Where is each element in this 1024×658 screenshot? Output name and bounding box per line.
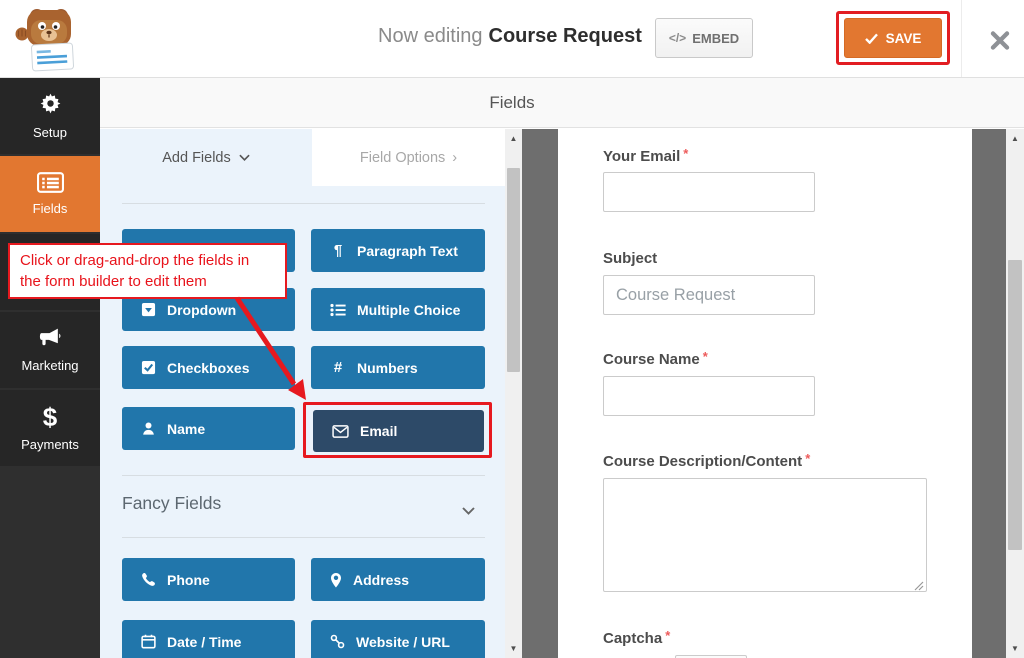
link-icon bbox=[330, 634, 345, 649]
sidebar-item-label: Payments bbox=[21, 437, 79, 452]
field-label-course-name: Course Name* bbox=[603, 349, 708, 368]
sidebar-item-label: Fields bbox=[33, 201, 68, 216]
field-label-subject: Subject bbox=[603, 248, 660, 267]
chevron-down-icon[interactable] bbox=[462, 502, 475, 520]
required-asterisk: * bbox=[703, 349, 708, 364]
field-button-numbers[interactable]: # Numbers bbox=[311, 346, 485, 389]
sidebar-item-payments[interactable]: $ Payments bbox=[0, 390, 100, 466]
tab-field-options[interactable]: Field Options › bbox=[312, 129, 505, 186]
tooltip-line-2: the form builder to edit them bbox=[20, 271, 275, 292]
checkbox-icon bbox=[141, 360, 156, 375]
field-button-name[interactable]: Name bbox=[122, 407, 295, 450]
paragraph-icon: ¶ bbox=[330, 242, 346, 259]
panel-header-title: Fields bbox=[489, 93, 534, 113]
tab-add-fields-label: Add Fields bbox=[162, 150, 231, 166]
fancy-fields-section-toggle[interactable]: Fancy Fields bbox=[122, 493, 221, 514]
envelope-icon bbox=[332, 425, 349, 438]
field-button-multiple-choice[interactable]: Multiple Choice bbox=[311, 288, 485, 331]
field-button-paragraph-text[interactable]: ¶ Paragraph Text bbox=[311, 229, 485, 272]
preview-scroll-down-arrow[interactable]: ▼ bbox=[1006, 641, 1024, 657]
save-label: SAVE bbox=[886, 31, 922, 46]
resize-handle-icon[interactable] bbox=[914, 578, 924, 596]
preview-scroll-up-arrow[interactable]: ▲ bbox=[1006, 131, 1024, 147]
sidebar-item-fields[interactable]: Fields bbox=[0, 156, 100, 232]
gear-icon bbox=[38, 92, 63, 117]
bear-mascot-icon bbox=[14, 5, 84, 73]
megaphone-icon bbox=[37, 327, 63, 350]
required-asterisk: * bbox=[683, 146, 688, 161]
panel-scrollbar-thumb[interactable] bbox=[507, 168, 520, 372]
field-button-address[interactable]: Address bbox=[311, 558, 485, 601]
close-button[interactable] bbox=[984, 26, 1016, 54]
field-label-your-email: Your Email* bbox=[603, 146, 688, 165]
field-button-date-time[interactable]: Date / Time bbox=[122, 620, 295, 658]
panel-divider bbox=[122, 537, 485, 538]
field-button-checkboxes[interactable]: Checkboxes bbox=[122, 346, 295, 389]
required-asterisk: * bbox=[805, 451, 810, 466]
check-icon bbox=[865, 33, 878, 44]
tab-add-fields[interactable]: Add Fields bbox=[100, 129, 312, 186]
required-asterisk: * bbox=[665, 628, 670, 643]
panel-scroll-up-arrow[interactable]: ▲ bbox=[505, 131, 522, 147]
code-icon: </> bbox=[669, 31, 686, 45]
chevron-down-icon bbox=[239, 154, 250, 161]
subject-input[interactable]: Course Request bbox=[603, 275, 815, 315]
embed-button[interactable]: </> EMBED bbox=[655, 18, 753, 58]
panel-divider bbox=[122, 203, 485, 204]
sidebar-item-marketing[interactable]: Marketing bbox=[0, 312, 100, 388]
form-name: Course Request bbox=[489, 25, 642, 47]
close-icon bbox=[990, 30, 1010, 51]
person-icon bbox=[141, 421, 156, 436]
fields-icon bbox=[37, 172, 64, 193]
phone-icon bbox=[141, 572, 156, 587]
panel-scroll-down-arrow[interactable]: ▼ bbox=[505, 641, 522, 657]
topbar-divider bbox=[961, 0, 962, 77]
preview-scrollbar-thumb[interactable] bbox=[1008, 260, 1022, 550]
sidebar-item-label: Setup bbox=[33, 125, 67, 140]
calendar-icon bbox=[141, 634, 156, 649]
list-icon bbox=[330, 303, 346, 317]
field-button-email[interactable]: Email bbox=[313, 410, 484, 452]
tooltip-line-1: Click or drag-and-drop the fields in bbox=[20, 250, 275, 271]
sidebar-item-label: Marketing bbox=[21, 358, 78, 373]
field-button-website-url[interactable]: Website / URL bbox=[311, 620, 485, 658]
field-label-captcha: Captcha* bbox=[603, 628, 670, 647]
wpforms-builder: Now editing Course Request </> EMBED SAVE… bbox=[0, 0, 1024, 658]
hash-icon: # bbox=[330, 359, 346, 376]
panel-header: Fields bbox=[100, 78, 1024, 128]
your-email-input[interactable] bbox=[603, 172, 815, 212]
dropdown-icon bbox=[141, 302, 156, 317]
subject-input-value: Course Request bbox=[616, 286, 735, 305]
save-highlight-frame: SAVE bbox=[836, 11, 950, 65]
field-label-course-description: Course Description/Content* bbox=[603, 451, 810, 470]
sidebar-item-setup[interactable]: Setup bbox=[0, 78, 100, 154]
now-editing-title: Now editing Course Request bbox=[378, 25, 642, 48]
chevron-right-icon: › bbox=[452, 150, 457, 166]
embed-label: EMBED bbox=[692, 31, 739, 46]
save-button[interactable]: SAVE bbox=[844, 18, 942, 58]
map-pin-icon bbox=[330, 572, 342, 588]
annotation-tooltip: Click or drag-and-drop the fields in the… bbox=[8, 243, 287, 299]
panel-divider bbox=[122, 475, 485, 476]
course-name-input[interactable] bbox=[603, 376, 815, 416]
wpforms-bear-logo bbox=[14, 5, 84, 73]
dollar-icon: $ bbox=[43, 405, 57, 429]
now-editing-text: Now editing bbox=[378, 25, 483, 47]
field-button-phone[interactable]: Phone bbox=[122, 558, 295, 601]
tab-field-options-label: Field Options bbox=[360, 150, 445, 166]
course-description-textarea[interactable] bbox=[603, 478, 927, 592]
